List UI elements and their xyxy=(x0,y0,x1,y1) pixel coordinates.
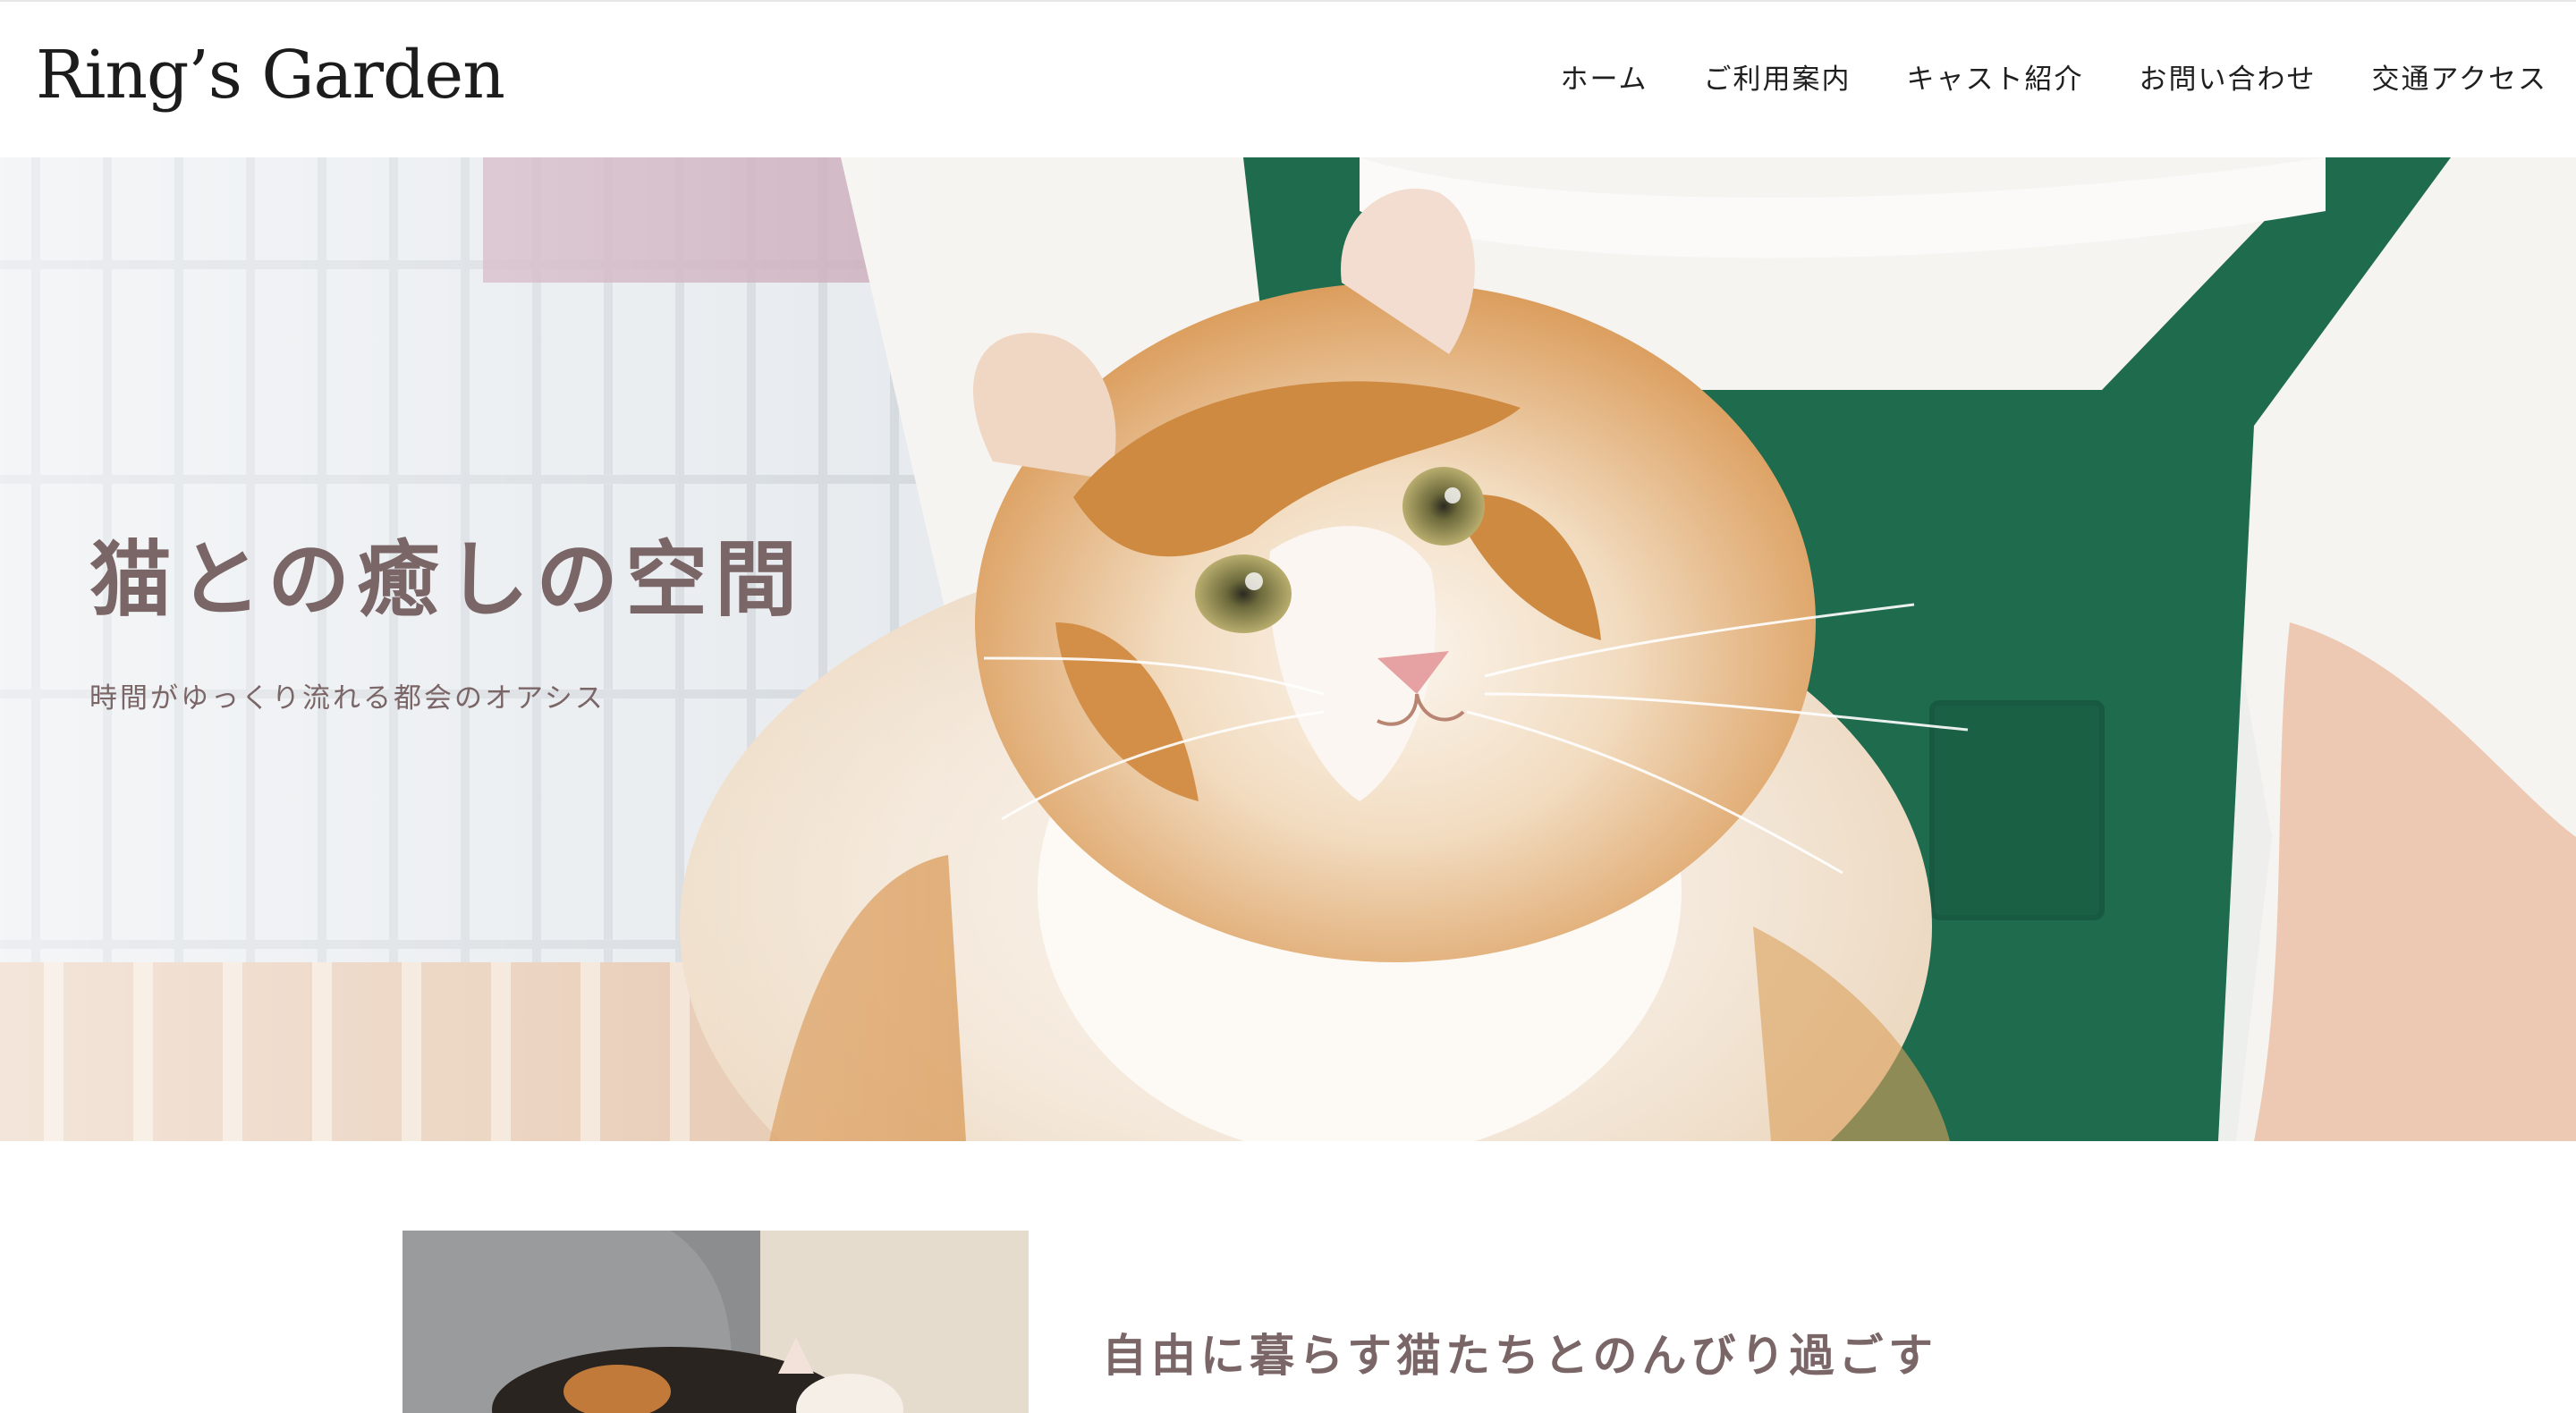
hero-title: 猫との癒しの空間 xyxy=(89,532,805,628)
hero-photo xyxy=(0,157,2576,1141)
intro-heading: 自由に暮らす猫たちとのんびり過ごす xyxy=(1102,1330,1937,1382)
nav-item-contact[interactable]: お問い合わせ xyxy=(2140,55,2317,104)
nav-item-cast[interactable]: キャスト紹介 xyxy=(1907,55,2084,104)
hero-subtitle: 時間がゆっくり流れる都会のオアシス xyxy=(89,682,606,715)
site-header: Ring’s Garden ホーム ご利用案内 キャスト紹介 お問い合わせ 交通… xyxy=(0,0,2576,157)
nav-item-home[interactable]: ホーム xyxy=(1560,55,1648,104)
main-nav: ホーム ご利用案内 キャスト紹介 お問い合わせ 交通アクセス xyxy=(1560,55,2547,104)
site-logo[interactable]: Ring’s Garden xyxy=(36,36,505,115)
nav-item-guide[interactable]: ご利用案内 xyxy=(1704,55,1852,104)
intro-section: 自由に暮らす猫たちとのんびり過ごす xyxy=(0,1141,2576,1413)
hero-banner: 猫との癒しの空間 時間がゆっくり流れる都会のオアシス xyxy=(0,157,2576,1141)
intro-photo xyxy=(402,1231,1029,1413)
page: Ring’s Garden ホーム ご利用案内 キャスト紹介 お問い合わせ 交通… xyxy=(0,0,2576,1413)
nav-item-access[interactable]: 交通アクセス xyxy=(2372,55,2547,104)
